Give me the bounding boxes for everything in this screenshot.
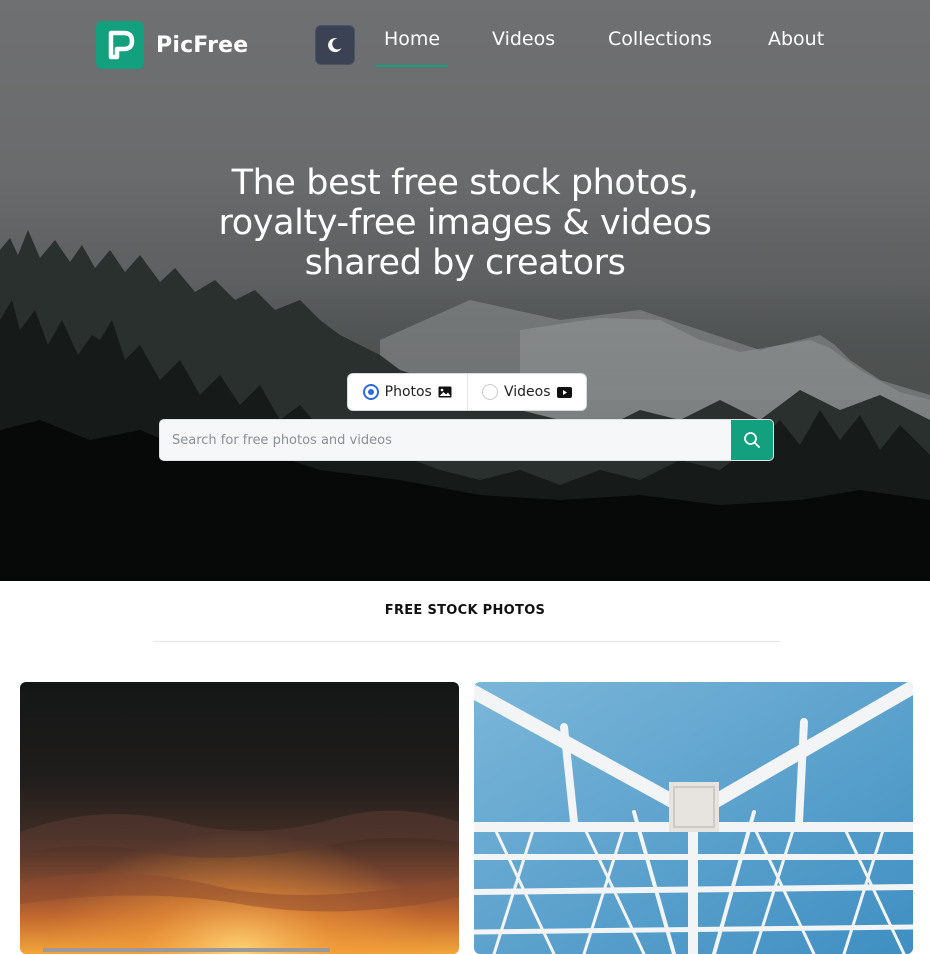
ferris-wheel-photo <box>474 682 913 954</box>
hero-headline: The best free stock photos, royalty-free… <box>218 163 712 283</box>
nav-videos[interactable]: Videos <box>492 28 555 50</box>
photo-card-ferris-wheel[interactable] <box>474 682 913 954</box>
type-option-label: Videos <box>503 384 551 400</box>
image-icon <box>438 386 452 398</box>
section-divider <box>153 641 780 642</box>
video-icon <box>556 386 572 398</box>
search-bar <box>159 419 774 461</box>
nav-collections[interactable]: Collections <box>608 28 712 50</box>
brand-name: PicFree <box>156 32 249 58</box>
search-input[interactable] <box>160 420 731 460</box>
logo-icon <box>96 21 144 69</box>
hero-banner: PicFree Home Videos Collections About Th… <box>0 0 930 581</box>
type-option-videos[interactable]: Videos <box>466 374 587 410</box>
videos-radio[interactable] <box>481 384 498 400</box>
nav-about[interactable]: About <box>768 28 824 50</box>
photos-radio[interactable] <box>362 384 379 400</box>
moon-icon <box>328 38 342 53</box>
search-icon <box>744 432 760 448</box>
scrollbar[interactable] <box>43 948 330 952</box>
type-option-label: Photos <box>384 384 432 400</box>
brand-logo[interactable]: PicFree <box>96 21 248 69</box>
type-option-photos[interactable]: Photos <box>348 374 467 410</box>
search-type-switch: Photos Videos <box>347 373 587 411</box>
mountain-forest-background <box>0 230 930 581</box>
nav-home[interactable]: Home <box>375 28 449 67</box>
search-button[interactable] <box>731 420 773 460</box>
photo-card-sunset[interactable] <box>20 682 459 954</box>
theme-toggle-button[interactable] <box>315 25 355 65</box>
section-title: FREE STOCK PHOTOS <box>384 603 546 618</box>
sunset-photo <box>20 682 459 954</box>
